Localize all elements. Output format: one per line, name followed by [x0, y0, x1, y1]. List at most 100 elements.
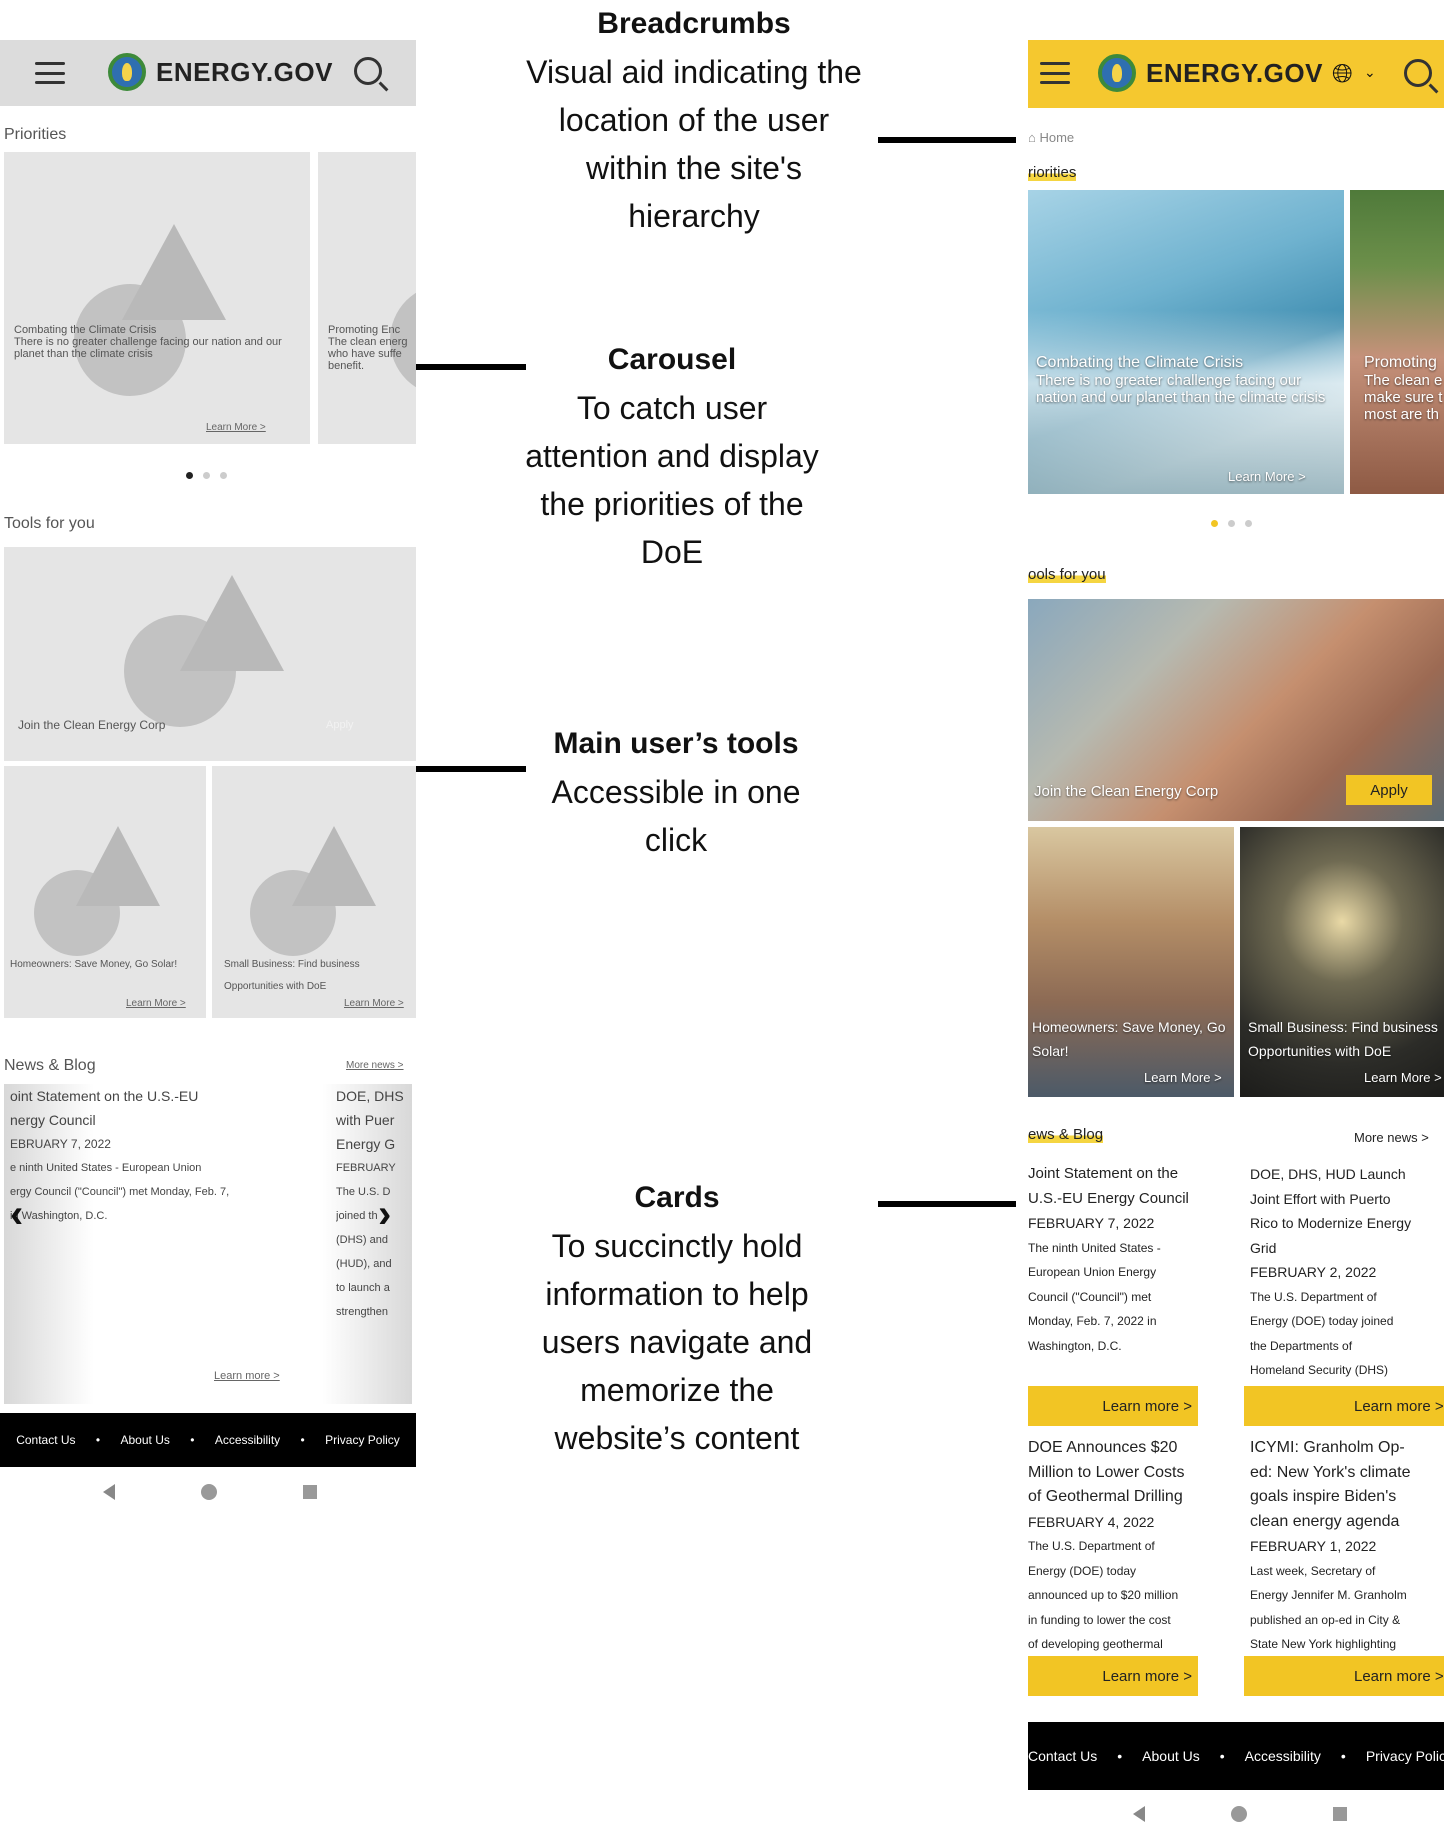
recents-icon[interactable] — [303, 1485, 317, 1499]
wire-tool-card[interactable]: Homeowners: Save Money, Go Solar! Learn … — [4, 766, 206, 1018]
wire-learn-more-link[interactable]: Learn More > — [126, 998, 186, 1009]
footer-link-about[interactable]: About Us — [1142, 1748, 1200, 1764]
news-line: Joint Effort with Puerto — [1250, 1190, 1391, 1207]
news-line: the Departments of — [1250, 1338, 1353, 1353]
wire-learn-more-link[interactable]: Learn More > — [206, 422, 266, 433]
mock-logo[interactable]: ENERGY.GOV — [1098, 54, 1323, 92]
mock-header: ENERGY.GOV 🌐︎ ⌄ — [1028, 40, 1444, 108]
annotation-line: Visual aid indicating the — [526, 54, 862, 90]
news-line: FEBRUARY 2, 2022 — [1250, 1264, 1377, 1280]
wire-learn-more-link[interactable]: Learn more > — [214, 1370, 280, 1382]
wire-card-title: Promoting Enc — [328, 324, 401, 336]
footer-link-about[interactable]: About Us — [121, 1433, 170, 1447]
mock-learn-more-link[interactable]: Learn More > — [1364, 1069, 1442, 1086]
mock-tool-card[interactable]: Small Business: Find business Opportunit… — [1240, 827, 1444, 1097]
footer-bullet-icon: • — [1117, 1748, 1123, 1764]
annotation-title: Breadcrumbs — [597, 7, 791, 40]
mock-learn-more-link[interactable]: Learn More > — [1144, 1069, 1222, 1086]
news-card[interactable]: DOE Announces $20 Million to Lower Costs… — [1028, 1436, 1222, 1657]
carousel-dots[interactable] — [1211, 520, 1252, 527]
globe-icon[interactable]: 🌐︎ — [1332, 58, 1353, 90]
wire-tool-card[interactable]: Join the Clean Energy Corp Apply — [4, 547, 416, 761]
news-line: The U.S. Department of — [1250, 1289, 1377, 1304]
footer-link-accessibility[interactable]: Accessibility — [1245, 1748, 1321, 1764]
back-icon[interactable] — [103, 1484, 115, 1500]
breadcrumb[interactable]: ⌂ Home — [1028, 130, 1074, 145]
chevron-left-icon[interactable]: ‹ — [10, 1192, 23, 1237]
footer-link-accessibility[interactable]: Accessibility — [215, 1433, 280, 1447]
search-icon[interactable] — [1404, 59, 1432, 87]
news-line: nergy Council — [10, 1112, 96, 1128]
wire-learn-more-link[interactable]: Learn More > — [344, 998, 404, 1009]
news-line: U.S.-EU Energy Council — [1028, 1189, 1189, 1207]
learn-more-button[interactable]: Learn more > — [1028, 1386, 1198, 1426]
wire-news-item[interactable]: oint Statement on the U.S.-EU nergy Coun… — [10, 1084, 290, 1228]
wireframe-screen: ENERGY.GOV Priorities Combating the Clim… — [0, 0, 416, 1832]
news-line: Rico to Modernize Energy — [1250, 1215, 1412, 1231]
mock-tool-card[interactable]: Join the Clean Energy Corp Apply — [1028, 599, 1444, 821]
footer-link-privacy[interactable]: Privacy Policy — [325, 1433, 400, 1447]
mock-carousel-card[interactable]: Promoting The clean e make sure t most a… — [1350, 190, 1444, 494]
mock-tool-card[interactable]: Homeowners: Save Money, Go Solar! Learn … — [1028, 827, 1234, 1097]
doe-seal-icon — [1098, 54, 1136, 92]
footer-link-privacy[interactable]: Privacy Polic — [1366, 1748, 1444, 1764]
wire-apply-button[interactable]: Apply — [326, 719, 354, 731]
home-icon[interactable] — [201, 1484, 217, 1500]
connector-line — [878, 1201, 1016, 1207]
chevron-right-icon[interactable]: › — [378, 1192, 391, 1237]
home-icon[interactable] — [1231, 1806, 1247, 1822]
wire-carousel-card[interactable]: Promoting Enc The clean energ who have s… — [318, 152, 416, 444]
annotation-line: users navigate and — [541, 1324, 813, 1360]
search-icon[interactable] — [354, 57, 382, 85]
news-line: FEBRUARY 1, 2022 — [1250, 1538, 1377, 1554]
mock-carousel-card[interactable]: Combating the Climate Crisis There is no… — [1028, 190, 1344, 494]
annotation-line: DoE — [640, 534, 704, 570]
breadcrumb-home[interactable]: Home — [1039, 130, 1074, 145]
wire-news-slider[interactable]: oint Statement on the U.S.-EU nergy Coun… — [4, 1084, 412, 1404]
recents-icon[interactable] — [1333, 1807, 1347, 1821]
back-icon[interactable] — [1133, 1806, 1145, 1822]
news-line: (DHS) and — [336, 1234, 388, 1246]
annotation-line: location of the user — [558, 102, 830, 138]
news-line: State New York highlighting — [1250, 1637, 1397, 1651]
carousel-dots[interactable] — [186, 472, 227, 479]
mock-learn-more-link[interactable]: Learn More > — [1228, 468, 1306, 485]
footer-link-contact[interactable]: Contact Us — [1028, 1748, 1097, 1764]
news-line: joined th — [336, 1210, 378, 1222]
learn-more-button[interactable]: Learn more > — [1244, 1386, 1444, 1426]
wire-carousel-card[interactable]: Combating the Climate Crisis There is no… — [4, 152, 310, 444]
wire-more-news-link[interactable]: More news > — [346, 1060, 404, 1071]
apply-button[interactable]: Apply — [1346, 775, 1432, 805]
annotation-carousel: Carousel To catch user attention and dis… — [502, 336, 842, 576]
news-card[interactable]: ICYMI: Granholm Op- ed: New York's clima… — [1250, 1436, 1444, 1657]
news-card[interactable]: DOE, DHS, HUD Launch Joint Effort with P… — [1250, 1162, 1444, 1383]
news-line: (HUD), and — [336, 1258, 392, 1270]
footer-link-contact[interactable]: Contact Us — [16, 1433, 75, 1447]
chevron-down-icon[interactable]: ⌄ — [1364, 64, 1376, 81]
wire-tool-card[interactable]: Small Business: Find business Opportunit… — [212, 766, 416, 1018]
news-line: to launch a — [336, 1282, 390, 1294]
annotation-line: the priorities of the — [540, 486, 804, 522]
news-card[interactable]: Joint Statement on the U.S.-EU Energy Co… — [1028, 1162, 1218, 1358]
annotation-title: Cards — [634, 1181, 720, 1214]
wire-news-item[interactable]: DOE, DHS with Puer Energy G FEBRUARY The… — [336, 1084, 412, 1324]
wire-logo[interactable]: ENERGY.GOV — [108, 53, 333, 91]
footer-bullet-icon: • — [1340, 1748, 1346, 1764]
news-line: Council ("Council") met — [1028, 1289, 1152, 1304]
mock-card-text: The clean e make sure t most are th — [1364, 372, 1443, 423]
news-line: FEBRUARY 7, 2022 — [1028, 1215, 1155, 1231]
wire-card-text: There is no greater challenge facing our… — [14, 336, 282, 360]
menu-icon[interactable] — [1040, 62, 1070, 84]
news-line: FEBRUARY — [336, 1162, 396, 1174]
mock-tool-title: Small Business: Find business Opportunit… — [1248, 1019, 1438, 1059]
annotation-line: Accessible in one — [551, 774, 801, 810]
footer-bullet-icon: • — [1219, 1748, 1225, 1764]
menu-icon[interactable] — [35, 62, 65, 84]
mock-more-news-link[interactable]: More news > — [1354, 1130, 1429, 1145]
mock-tool-title: Join the Clean Energy Corp — [1034, 783, 1219, 800]
wire-tool-title: Small Business: Find business Opportunit… — [224, 959, 360, 992]
mock-tool-title: Homeowners: Save Money, Go Solar! — [1032, 1019, 1226, 1059]
learn-more-button[interactable]: Learn more > — [1244, 1656, 1444, 1696]
learn-more-button[interactable]: Learn more > — [1028, 1656, 1198, 1696]
news-line: EBRUARY 7, 2022 — [10, 1137, 111, 1151]
